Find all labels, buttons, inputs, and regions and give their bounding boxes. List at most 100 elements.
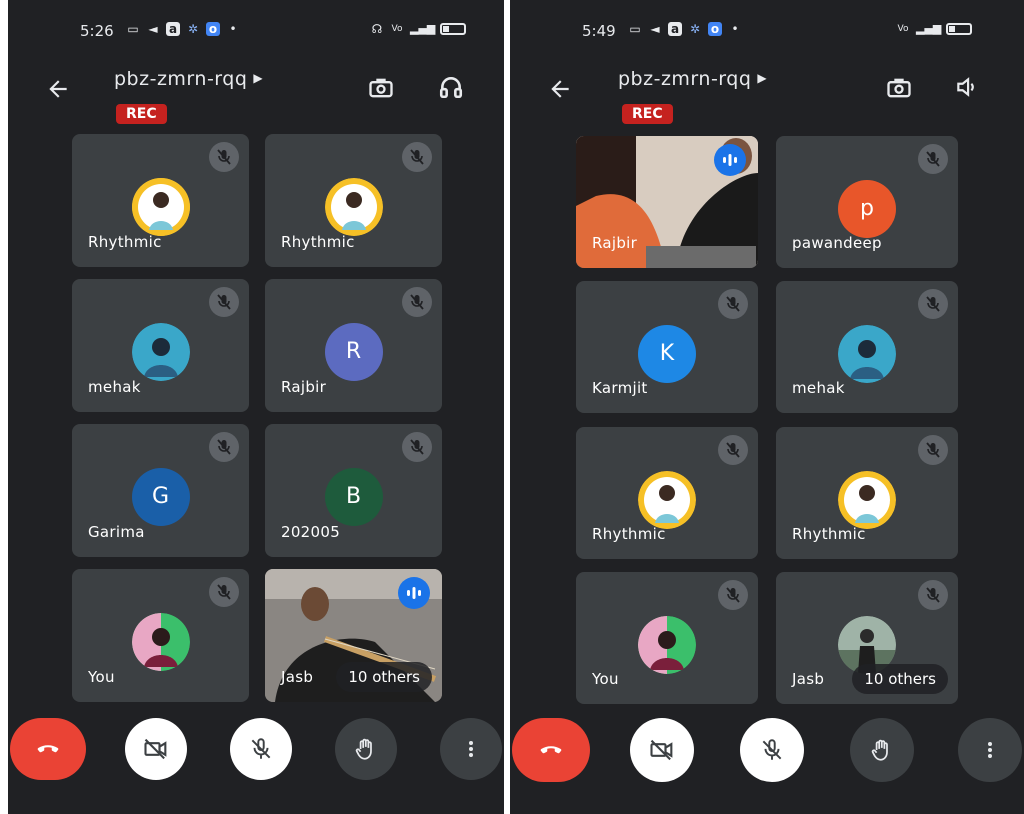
participant-name: Karmjit — [592, 379, 648, 397]
participant-name: Garima — [88, 523, 145, 541]
participant-tile-self[interactable]: You — [72, 569, 249, 702]
camera-off-icon — [650, 739, 673, 761]
settings-icon: ✲ — [689, 22, 701, 36]
participant-tile[interactable]: Jasb 10 others — [776, 572, 958, 704]
volte-icon: Vo — [391, 24, 403, 34]
participant-tile[interactable]: p pawandeep — [776, 136, 958, 268]
raise-hand-button[interactable] — [850, 718, 914, 782]
more-vertical-icon — [469, 741, 473, 757]
camera-off-icon — [144, 738, 167, 760]
app-a-icon: a — [668, 22, 682, 36]
meeting-title-button[interactable]: pbz-zmrn-rqq ▶ — [114, 68, 263, 90]
participant-tile[interactable]: Rhythmic — [265, 134, 442, 267]
status-bar: 5:26 ▭ ◄ a ✲ o • ☊ Vo ▂▄▆ — [8, 18, 504, 46]
participant-name: You — [592, 670, 619, 688]
mic-off-icon — [918, 289, 948, 319]
recording-badge: REC — [622, 104, 673, 124]
camera-toggle-button[interactable] — [630, 718, 694, 782]
participant-tile[interactable]: mehak — [72, 279, 249, 412]
mic-toggle-button[interactable] — [230, 718, 292, 780]
mic-off-icon — [209, 287, 239, 317]
status-time: 5:49 — [582, 22, 616, 40]
battery-icon — [946, 23, 972, 35]
mic-off-icon — [762, 739, 782, 760]
mic-off-icon — [209, 432, 239, 462]
participant-tile[interactable]: Rhythmic — [776, 427, 958, 559]
mic-off-icon — [209, 577, 239, 607]
participant-name: Jasb — [281, 668, 314, 686]
status-notification-icons: ▭ ◄ a ✲ o • — [628, 22, 742, 36]
meeting-title-button[interactable]: pbz-zmrn-rqq ▶ — [618, 68, 767, 90]
raise-hand-icon — [871, 739, 888, 761]
cast-icon: ▭ — [127, 22, 139, 36]
flip-camera-icon — [369, 78, 393, 98]
cast-icon: ▭ — [629, 22, 641, 36]
mic-off-icon — [718, 580, 748, 610]
mic-toggle-button[interactable] — [740, 718, 804, 782]
participant-name: Rajbir — [592, 234, 638, 252]
speaker-icon — [957, 77, 974, 97]
avatar — [131, 323, 190, 381]
mic-off-icon — [918, 144, 948, 174]
avatar — [324, 178, 383, 236]
participant-tile[interactable]: B 202005 — [265, 424, 442, 557]
audio-output-button[interactable] — [950, 74, 984, 108]
raise-hand-button[interactable] — [335, 718, 397, 780]
flip-camera-button[interactable] — [882, 74, 916, 108]
send-icon: ◄ — [148, 22, 158, 36]
system-navigation-bar — [510, 796, 1024, 814]
mic-off-icon — [209, 142, 239, 172]
more-options-button[interactable] — [958, 718, 1022, 782]
others-count-button[interactable]: 10 others — [336, 662, 432, 692]
flip-camera-button[interactable] — [364, 74, 398, 108]
end-call-button[interactable] — [512, 718, 590, 782]
app-o-icon: o — [206, 22, 220, 36]
avatar — [638, 616, 696, 674]
battery-icon — [440, 23, 466, 35]
phone-hangup-icon — [37, 745, 59, 753]
participant-name: Jasb — [792, 670, 825, 688]
status-system-icons: ☊ Vo ▂▄▆ — [370, 22, 466, 36]
avatar: R — [324, 323, 383, 381]
phone-screen-left: 5:26 ▭ ◄ a ✲ o • ☊ Vo ▂▄▆ pbz-zmrn-rqq ▶ … — [8, 0, 504, 814]
avatar — [838, 471, 896, 529]
meeting-header: pbz-zmrn-rqq ▶ REC — [8, 62, 504, 124]
headphones-icon — [439, 77, 463, 99]
end-call-button[interactable] — [10, 718, 86, 780]
participant-tile-video[interactable]: Rajbir — [576, 136, 758, 268]
participant-tile[interactable]: K Karmjit — [576, 281, 758, 413]
status-system-icons: Vo ▂▄▆ — [896, 22, 972, 36]
participant-tile-video[interactable]: Jasb 10 others — [265, 569, 442, 702]
avatar — [638, 471, 696, 529]
participant-tile[interactable]: Rhythmic — [576, 427, 758, 559]
participant-tile-self[interactable]: You — [576, 572, 758, 704]
avatar: K — [638, 325, 696, 383]
back-button[interactable] — [544, 76, 576, 108]
participant-tile[interactable]: mehak — [776, 281, 958, 413]
camera-toggle-button[interactable] — [125, 718, 187, 780]
meeting-header: pbz-zmrn-rqq ▶ REC — [510, 62, 1024, 124]
participant-tile[interactable]: Rhythmic — [72, 134, 249, 267]
speaking-indicator-icon — [714, 144, 746, 176]
others-count-button[interactable]: 10 others — [852, 664, 948, 694]
dot-icon: • — [731, 22, 739, 36]
flip-camera-icon — [887, 78, 911, 98]
dot-icon: • — [229, 22, 237, 36]
signal-icon: ▂▄▆ — [410, 22, 436, 35]
participant-tile[interactable]: R Rajbir — [265, 279, 442, 412]
caret-right-icon: ▶ — [253, 71, 264, 85]
phone-screen-right: 5:49 ▭ ◄ a ✲ o • Vo ▂▄▆ pbz-zmrn-rqq ▶ RE… — [510, 0, 1024, 814]
status-notification-icons: ▭ ◄ a ✲ o • — [126, 22, 240, 36]
back-button[interactable] — [42, 76, 74, 108]
participant-name: Rajbir — [281, 378, 327, 396]
more-options-button[interactable] — [440, 718, 502, 780]
app-o-icon: o — [708, 22, 722, 36]
participant-name: Rhythmic — [792, 525, 866, 543]
participant-tile[interactable]: G Garima — [72, 424, 249, 557]
status-bar: 5:49 ▭ ◄ a ✲ o • Vo ▂▄▆ — [510, 18, 1024, 46]
settings-icon: ✲ — [187, 22, 199, 36]
meeting-code: pbz-zmrn-rqq — [114, 68, 248, 90]
audio-output-button[interactable] — [434, 74, 468, 108]
arrow-left-icon — [551, 80, 569, 98]
mic-off-icon — [402, 287, 432, 317]
